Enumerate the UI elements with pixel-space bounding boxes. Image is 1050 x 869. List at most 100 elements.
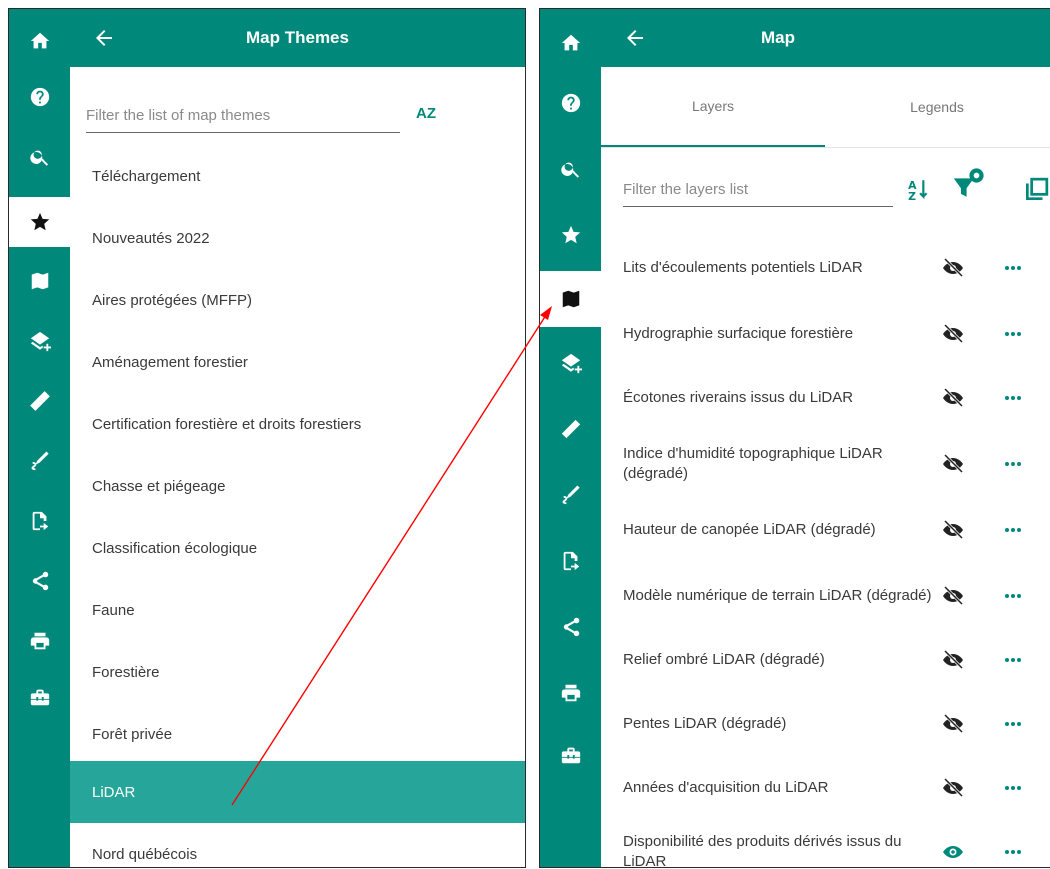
more-horizontal-icon bbox=[1005, 528, 1021, 532]
layer-more-button[interactable] bbox=[1001, 518, 1025, 542]
copy-icon bbox=[1025, 177, 1049, 201]
toggle-all-button[interactable] bbox=[1023, 177, 1049, 208]
layer-more-button[interactable] bbox=[1001, 648, 1025, 672]
tab-legends[interactable]: Legends bbox=[825, 67, 1049, 147]
layer-more-button[interactable] bbox=[1001, 840, 1025, 864]
layer-visibility-toggle[interactable] bbox=[941, 776, 965, 800]
rail-share-button[interactable] bbox=[540, 603, 601, 651]
eye-off-icon bbox=[943, 323, 964, 344]
export-icon bbox=[32, 511, 48, 531]
rail-add-layer-button[interactable] bbox=[540, 339, 601, 387]
theme-item-selected[interactable]: LiDAR bbox=[70, 761, 525, 823]
layer-visibility-toggle[interactable] bbox=[941, 840, 965, 864]
theme-item[interactable]: Forêt privée bbox=[70, 703, 525, 765]
rail-home-button[interactable] bbox=[9, 17, 70, 65]
add-layer-icon bbox=[561, 353, 582, 374]
layer-more-button[interactable] bbox=[1001, 452, 1025, 476]
layer-more-button[interactable] bbox=[1001, 386, 1025, 410]
layer-row: Modèle numérique de terrain LiDAR (dégra… bbox=[601, 563, 1050, 629]
layer-row: Hauteur de canopée LiDAR (dégradé) bbox=[601, 497, 1050, 563]
draw-icon bbox=[31, 451, 49, 471]
rail-draw-button[interactable] bbox=[540, 471, 601, 519]
layer-visibility-toggle[interactable] bbox=[941, 648, 965, 672]
rail-search-button[interactable] bbox=[540, 145, 601, 193]
theme-item[interactable]: Aires protégées (MFFP) bbox=[70, 269, 525, 331]
layer-visibility-toggle[interactable] bbox=[941, 322, 965, 346]
sort-az-icon[interactable]: AZ bbox=[416, 105, 436, 122]
layer-row: Années d'acquisition du LiDAR bbox=[601, 755, 1050, 821]
layer-row: Indice d'humidité topographique LiDAR (d… bbox=[601, 431, 1050, 497]
layer-row: Lits d'écoulements potentiels LiDAR bbox=[601, 235, 1050, 301]
star-icon bbox=[561, 225, 580, 244]
star-icon bbox=[30, 212, 49, 231]
more-horizontal-icon bbox=[1005, 850, 1021, 854]
search-icon bbox=[560, 162, 579, 178]
rail-search-button[interactable] bbox=[9, 133, 70, 181]
layer-name: Lits d'écoulements potentiels LiDAR bbox=[623, 259, 863, 276]
filter-visible-button[interactable] bbox=[951, 167, 985, 206]
rail-toolbox-button[interactable] bbox=[540, 731, 601, 779]
export-icon bbox=[563, 551, 579, 571]
theme-item[interactable]: Faune bbox=[70, 579, 525, 641]
map-themes-content: Filter the list of map themes AZ Télécha… bbox=[70, 67, 525, 867]
eye-off-icon bbox=[943, 519, 964, 540]
layer-name: Indice d'humidité topographique LiDAR (d… bbox=[623, 445, 883, 482]
rail-map-button[interactable] bbox=[9, 257, 70, 305]
add-layer-icon bbox=[30, 331, 51, 352]
layer-visibility-toggle[interactable] bbox=[941, 584, 965, 608]
rail-print-button[interactable] bbox=[540, 669, 601, 717]
map-layers-panel: Map Layers Legends Filter the layers lis… bbox=[539, 8, 1050, 868]
layer-more-button[interactable] bbox=[1001, 322, 1025, 346]
layer-visibility-toggle[interactable] bbox=[941, 712, 965, 736]
more-horizontal-icon bbox=[1005, 594, 1021, 598]
toolbox-icon bbox=[30, 689, 49, 706]
layer-more-button[interactable] bbox=[1001, 776, 1025, 800]
rail-map-themes-button[interactable] bbox=[9, 197, 70, 247]
layer-name: Pentes LiDAR (dégradé) bbox=[623, 715, 787, 732]
help-icon bbox=[561, 93, 580, 113]
filter-themes-input[interactable]: Filter the list of map themes bbox=[86, 107, 400, 133]
help-icon bbox=[30, 87, 49, 107]
rail-draw-button[interactable] bbox=[9, 437, 70, 485]
theme-item[interactable]: Forestière bbox=[70, 641, 525, 703]
map-content: Layers Legends Filter the layers list AZ… bbox=[601, 67, 1050, 867]
rail-share-button[interactable] bbox=[9, 557, 70, 605]
filter-layers-input[interactable]: Filter the layers list bbox=[623, 181, 893, 207]
layer-visibility-toggle[interactable] bbox=[941, 386, 965, 410]
rail-toolbox-button[interactable] bbox=[9, 673, 70, 721]
tab-bar: Layers Legends bbox=[601, 67, 1050, 148]
rail-measure-button[interactable] bbox=[540, 405, 601, 453]
rail-add-layer-button[interactable] bbox=[9, 317, 70, 365]
layer-more-button[interactable] bbox=[1001, 712, 1025, 736]
theme-item[interactable]: Nouveautés 2022 bbox=[70, 207, 525, 269]
rail-help-button[interactable] bbox=[9, 73, 70, 121]
layer-more-button[interactable] bbox=[1001, 584, 1025, 608]
theme-item[interactable]: Certification forestière et droits fores… bbox=[70, 393, 525, 455]
theme-item[interactable]: Chasse et piégeage bbox=[70, 455, 525, 517]
layer-row: Relief ombré LiDAR (dégradé) bbox=[601, 627, 1050, 693]
share-icon bbox=[32, 571, 48, 591]
layer-visibility-toggle[interactable] bbox=[941, 256, 965, 280]
theme-item[interactable]: Téléchargement bbox=[70, 145, 525, 207]
rail-export-button[interactable] bbox=[540, 537, 601, 585]
layer-visibility-toggle[interactable] bbox=[941, 452, 965, 476]
print-icon bbox=[30, 632, 49, 650]
eye-off-icon bbox=[943, 387, 964, 408]
layer-more-button[interactable] bbox=[1001, 256, 1025, 280]
layer-visibility-toggle[interactable] bbox=[941, 518, 965, 542]
rail-print-button[interactable] bbox=[9, 617, 70, 665]
sort-layers-button[interactable]: AZ bbox=[906, 177, 932, 208]
more-horizontal-icon bbox=[1005, 332, 1021, 336]
eye-off-icon bbox=[943, 649, 964, 670]
more-horizontal-icon bbox=[1005, 462, 1021, 466]
rail-map-themes-button[interactable] bbox=[540, 211, 601, 259]
rail-export-button[interactable] bbox=[9, 497, 70, 545]
rail-measure-button[interactable] bbox=[9, 377, 70, 425]
rail-map-button[interactable] bbox=[540, 271, 601, 327]
theme-item[interactable]: Aménagement forestier bbox=[70, 331, 525, 393]
tab-layers[interactable]: Layers bbox=[601, 67, 825, 147]
eye-off-icon bbox=[943, 585, 964, 606]
rail-help-button[interactable] bbox=[540, 79, 601, 127]
theme-item[interactable]: Classification écologique bbox=[70, 517, 525, 579]
theme-item[interactable]: Nord québécois bbox=[70, 823, 525, 867]
